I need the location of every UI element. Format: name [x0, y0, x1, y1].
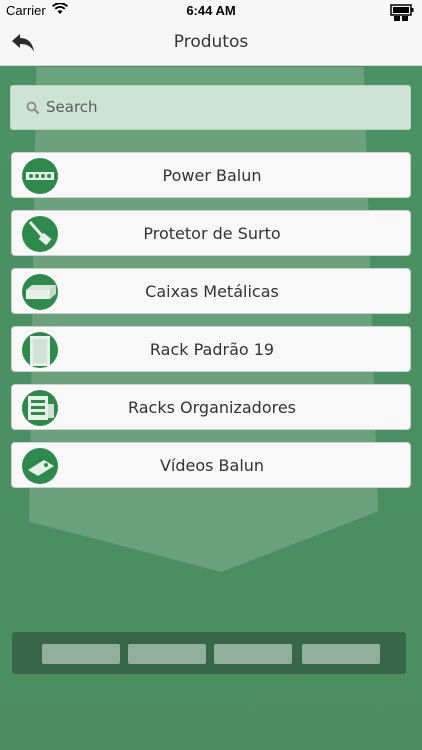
list-item-caixas-metalicas[interactable]: Caixas Metálicas — [11, 268, 411, 314]
list-item-power-balun[interactable]: Power Balun — [11, 152, 411, 198]
product-list: Power Balun Protetor de Surto Caixas Met… — [11, 152, 411, 500]
list-item-label: Racks Organizadores — [127, 398, 297, 417]
search-icon — [26, 100, 40, 119]
list-item-label: Vídeos Balun — [159, 456, 265, 475]
battery-icon — [390, 3, 416, 23]
search-input[interactable] — [46, 94, 396, 120]
list-item-videos-balun[interactable]: Vídeos Balun — [11, 442, 411, 488]
clock: 6:44 AM — [186, 3, 236, 18]
list-item-label: Rack Padrão 19 — [149, 340, 275, 359]
list-item-label: Caixas Metálicas — [145, 282, 279, 301]
list-item-rack-padrao-19[interactable]: Rack Padrão 19 — [11, 326, 411, 372]
list-item-label: Power Balun — [162, 166, 262, 185]
page-title: Produtos — [173, 32, 249, 52]
list-item-protetor-de-surto[interactable]: Protetor de Surto — [11, 210, 411, 256]
search-bar[interactable] — [10, 85, 411, 130]
patch-panel-background-graphic — [12, 632, 406, 674]
status-bar: Carrier 6:44 AM — [0, 0, 422, 22]
list-item-racks-organizadores[interactable]: Racks Organizadores — [11, 384, 411, 430]
navigation-bar: Produtos — [0, 22, 422, 66]
list-item-label: Protetor de Surto — [143, 224, 281, 243]
